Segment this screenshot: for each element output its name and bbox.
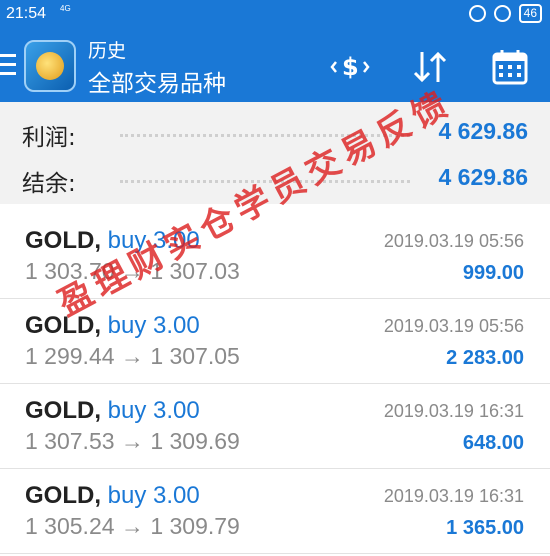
svg-text:$: $ xyxy=(342,53,359,81)
status-bar: 21:54 4G 46 xyxy=(0,0,550,30)
app-logo xyxy=(24,40,76,92)
trade-row[interactable]: GOLD, buy 3.00 1 307.53 → 1 309.69 2019.… xyxy=(0,384,550,469)
trade-time: 2019.03.19 05:56 xyxy=(383,316,524,336)
calendar-icon[interactable] xyxy=(490,48,530,86)
menu-icon[interactable] xyxy=(0,54,16,76)
profit-label: 利润: xyxy=(22,125,76,151)
network-indicator: 4G xyxy=(60,4,71,13)
lock-rotation-icon xyxy=(468,5,486,22)
close-price: 1 309.79 xyxy=(150,513,240,539)
trade-symbol: GOLD, xyxy=(25,312,101,339)
trade-symbol: GOLD, xyxy=(25,397,101,424)
profit-value: 4 629.86 xyxy=(438,118,528,144)
trade-time: 2019.03.19 05:56 xyxy=(383,231,524,251)
trade-profit: 999.00 xyxy=(462,262,524,284)
summary-panel: 利润: 4 629.86 结余: 4 629.86 xyxy=(0,102,550,204)
trade-side: buy 3.00 xyxy=(107,312,200,339)
status-time: 21:54 xyxy=(6,5,47,22)
trade-symbol: GOLD, xyxy=(25,227,101,254)
arrow-icon: → xyxy=(120,258,144,284)
alarm-icon xyxy=(493,5,511,22)
sort-icon[interactable] xyxy=(410,48,450,86)
balance-value: 4 629.86 xyxy=(438,164,528,190)
trade-side: buy 3.00 xyxy=(107,397,200,424)
arrow-icon: → xyxy=(120,428,144,454)
app-bar: 历史 全部交易品种 $ xyxy=(0,30,550,102)
trade-side: buy 3.00 xyxy=(107,227,200,254)
open-price: 1 303.70 xyxy=(25,258,115,284)
balance-row: 结余: 4 629.86 xyxy=(0,158,550,204)
dotted-leader xyxy=(120,180,410,183)
trade-symbol: GOLD, xyxy=(25,482,101,509)
trade-profit: 648.00 xyxy=(462,432,524,454)
open-price: 1 307.53 xyxy=(25,428,115,454)
arrow-icon: → xyxy=(120,343,144,369)
close-price: 1 307.03 xyxy=(150,258,240,284)
trade-row[interactable]: GOLD, buy 3.00 1 299.44 → 1 307.05 2019.… xyxy=(0,299,550,384)
open-price: 1 299.44 xyxy=(25,343,115,369)
trade-row[interactable]: GOLD, buy 3.00 1 303.70 → 1 307.03 2019.… xyxy=(0,214,550,299)
arrow-icon: → xyxy=(120,513,144,539)
profit-row: 利润: 4 629.86 xyxy=(0,112,550,158)
battery-indicator: 46 xyxy=(518,4,542,23)
trade-side: buy 3.00 xyxy=(107,482,200,509)
close-price: 1 307.05 xyxy=(150,343,240,369)
symbol-filter[interactable]: 全部交易品种 xyxy=(88,64,226,98)
dotted-leader xyxy=(120,134,410,137)
balance-label: 结余: xyxy=(22,171,76,197)
trade-row[interactable]: GOLD, buy 3.00 1 305.24 → 1 309.79 2019.… xyxy=(0,469,550,554)
trade-profit: 1 365.00 xyxy=(446,517,524,539)
trade-time: 2019.03.19 16:31 xyxy=(383,486,524,506)
trade-profit: 2 283.00 xyxy=(446,347,524,369)
page-title: 历史 xyxy=(88,40,127,62)
close-price: 1 309.69 xyxy=(150,428,240,454)
exchange-icon[interactable]: $ xyxy=(330,48,370,86)
trade-time: 2019.03.19 16:31 xyxy=(383,401,524,421)
status-icons: 46 xyxy=(468,4,542,23)
open-price: 1 305.24 xyxy=(25,513,115,539)
